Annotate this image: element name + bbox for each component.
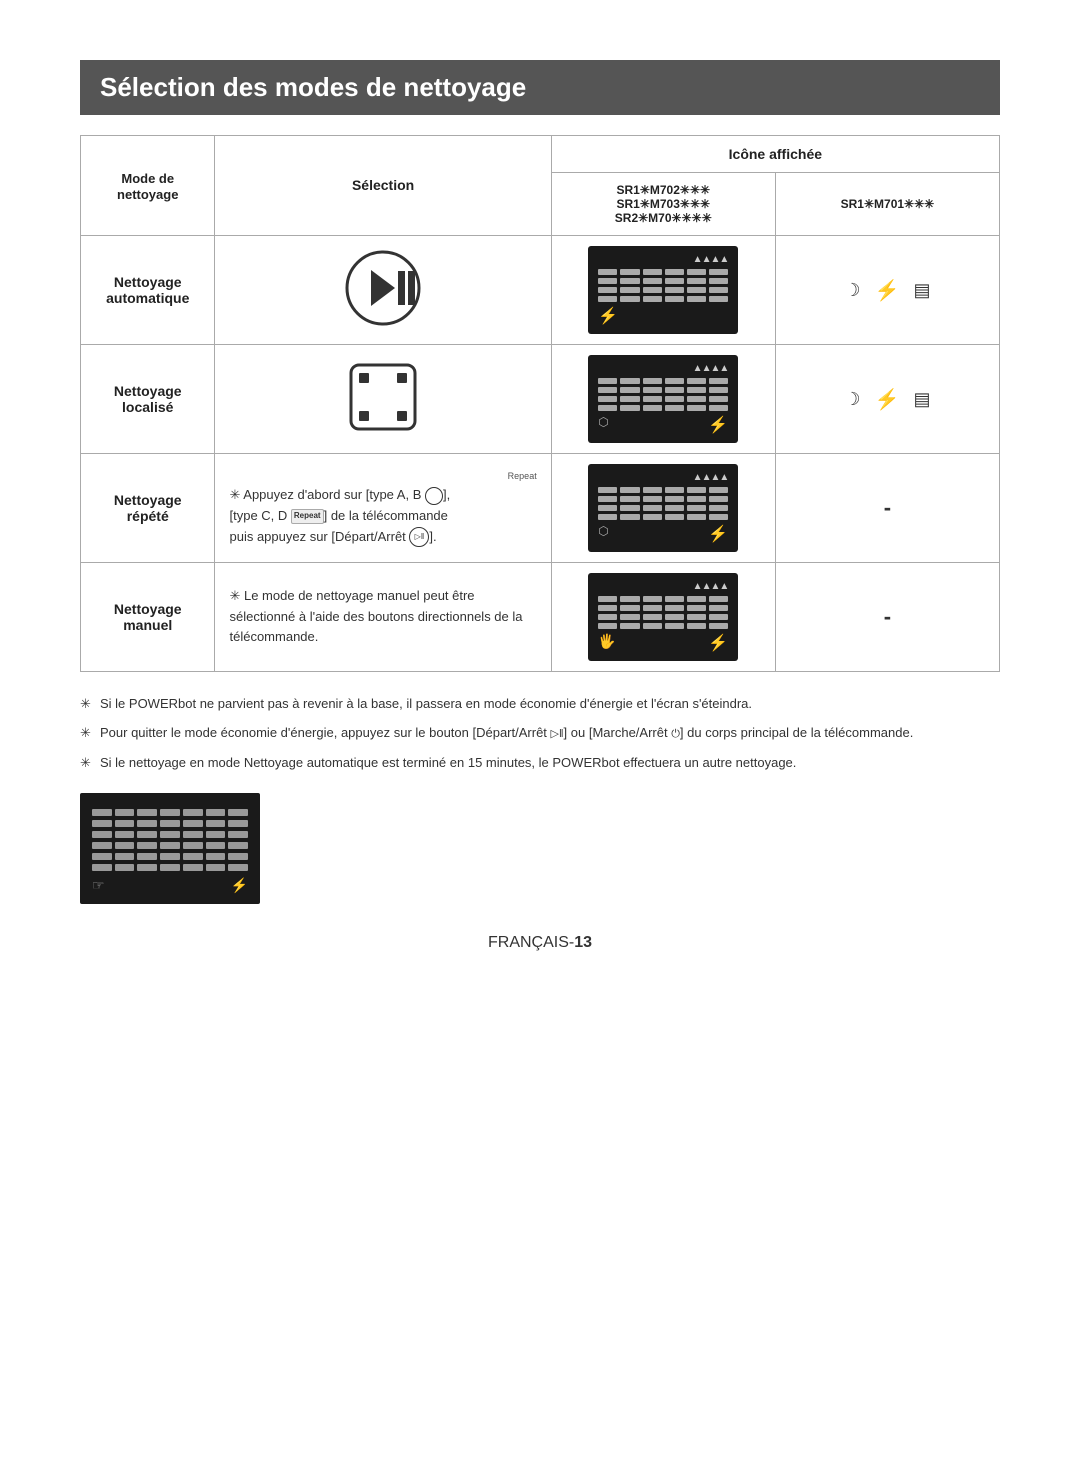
- note-1: Si le POWERbot ne parvient pas à revenir…: [80, 692, 1000, 715]
- header-mode: Mode denettoyage: [81, 136, 215, 236]
- play-pause-icon: [343, 248, 423, 328]
- mode-manual: Nettoyagemanuel: [81, 563, 215, 672]
- header-icone-affichee: Icône affichée: [551, 136, 999, 173]
- table-row: Nettoyagerépété Repeat ✳ Appuyez d'abord…: [81, 454, 1000, 563]
- header-model-701: SR1✳M701✳✳✳: [775, 173, 999, 236]
- notes-section: Si le POWERbot ne parvient pas à revenir…: [80, 692, 1000, 775]
- header-selection: Sélection: [215, 136, 551, 236]
- page-title: Sélection des modes de nettoyage: [80, 60, 1000, 115]
- type-ab-button: [425, 487, 443, 505]
- lcd-auto-702: ▲▲▲▲ ⚡: [551, 236, 775, 345]
- page-number: FRANÇAIS-13: [80, 934, 1000, 952]
- spot-icon: [343, 357, 423, 437]
- table-row: Nettoyageautomatique ▲▲▲▲: [81, 236, 1000, 345]
- repeat-label: Repeat: [291, 509, 324, 524]
- dash-manual-701: -: [775, 563, 999, 672]
- table-row: Nettoyagemanuel ✳ Le mode de nettoyage m…: [81, 563, 1000, 672]
- lcd-manual-702: ▲▲▲▲ 🖐 ⚡: [551, 563, 775, 672]
- main-table: Mode denettoyage Sélection Icône affiché…: [80, 135, 1000, 672]
- bottom-thumbnail: ☞ ⚡: [80, 781, 1000, 904]
- lcd-repeat-702: ▲▲▲▲ ⬡ ⚡: [551, 454, 775, 563]
- selection-spot: [215, 345, 551, 454]
- mode-repeat: Nettoyagerépété: [81, 454, 215, 563]
- selection-auto: [215, 236, 551, 345]
- depart-arret-button: ▷‖: [409, 527, 429, 547]
- page-container: Sélection des modes de nettoyage Mode de…: [80, 60, 1000, 952]
- note-3: Si le nettoyage en mode Nettoyage automa…: [80, 751, 1000, 774]
- mode-spot: Nettoyagelocalisé: [81, 345, 215, 454]
- selection-repeat: Repeat ✳ Appuyez d'abord sur [type A, B …: [215, 454, 551, 563]
- mode-auto: Nettoyageautomatique: [81, 236, 215, 345]
- icons-auto-701: ☽ ⚡ ▤: [775, 236, 999, 345]
- header-model-702: SR1✳M702✳✳✳SR1✳M703✳✳✳SR2✳M70✳✳✳✳: [551, 173, 775, 236]
- dash-repeat-701: -: [775, 454, 999, 563]
- table-row: Nettoyagelocalisé ▲▲▲▲: [81, 345, 1000, 454]
- selection-manual: ✳ Le mode de nettoyage manuel peut être …: [215, 563, 551, 672]
- icons-spot-701: ☽ ⚡ ▤: [775, 345, 999, 454]
- note-2: Pour quitter le mode économie d'énergie,…: [80, 721, 1000, 745]
- lcd-spot-702: ▲▲▲▲ ⬡ ⚡: [551, 345, 775, 454]
